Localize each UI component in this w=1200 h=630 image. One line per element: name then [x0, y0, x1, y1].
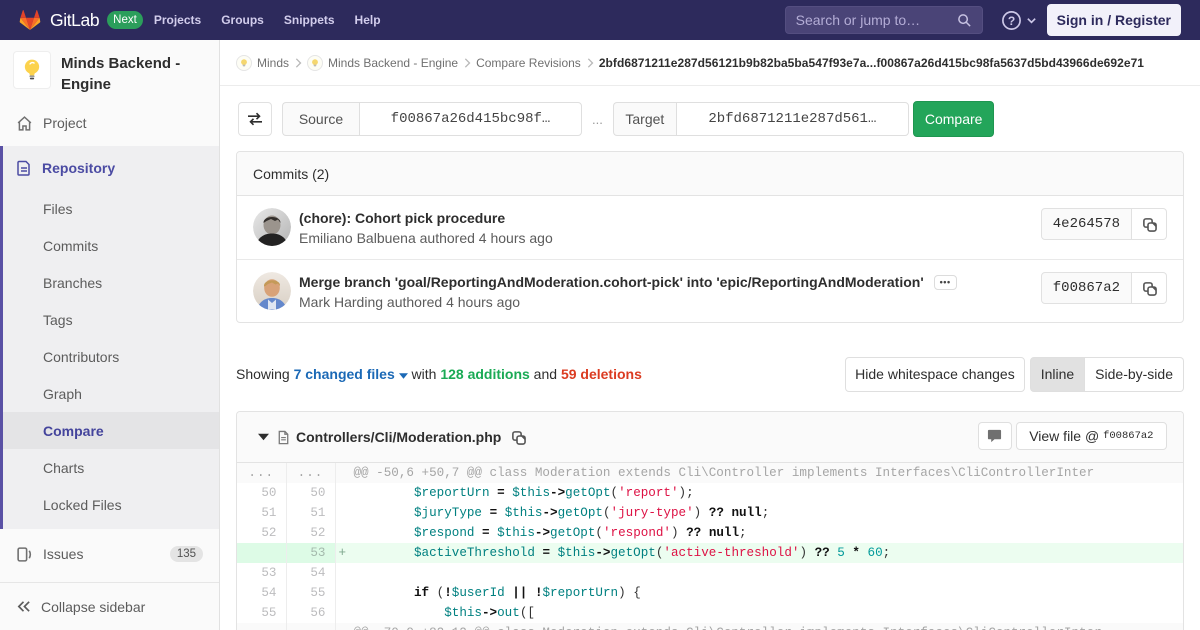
- svg-text:?: ?: [1007, 13, 1014, 27]
